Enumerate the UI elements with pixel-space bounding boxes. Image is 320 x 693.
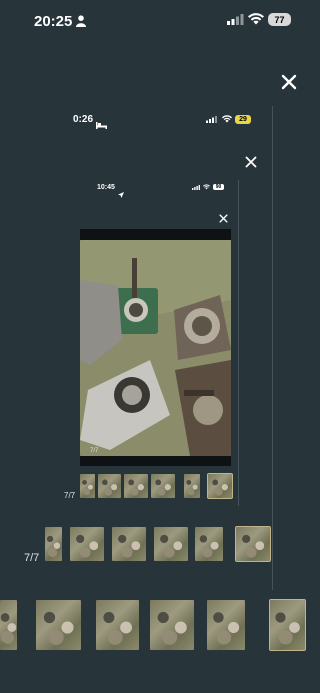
middle-thumbnail-strip [45,526,271,563]
main-photo: 7/7 [80,240,231,456]
close-button[interactable] [242,153,260,171]
status-time: 20:25 [34,13,73,30]
thumbnail-active[interactable] [235,526,271,562]
thumbnail[interactable] [96,600,139,650]
thumbnail[interactable] [207,600,245,650]
thumbnail[interactable] [195,527,223,561]
thumbnail[interactable] [80,474,95,498]
scroll-indicator[interactable] [272,106,273,590]
inner-thumbnail-strip [80,473,233,499]
battery-indicator: 90 [213,184,224,190]
thumbnail-active[interactable] [269,599,306,651]
battery-indicator: 29 [235,115,251,124]
outer-status-bar: 20:25 77 [0,0,320,44]
middle-status-bar: 0:26 29 [60,110,260,130]
thumbnail[interactable] [124,474,148,498]
inner-status-bar: 10:45 90 [88,181,238,198]
thumbnail[interactable] [70,527,104,561]
scroll-indicator[interactable] [238,180,239,506]
signal-icon [206,116,217,123]
thumbnail[interactable] [184,474,200,498]
middle-counter: 7/7 [24,552,40,564]
person-icon [76,14,86,32]
thumbnail[interactable] [151,474,175,498]
image-counter: 7/7 [90,448,99,454]
location-arrow-icon [118,185,124,203]
thumbnail[interactable] [98,474,121,498]
status-time: 10:45 [97,184,115,191]
battery-indicator: 77 [268,13,291,26]
signal-icon [227,14,244,25]
status-time: 0:26 [73,114,94,125]
thumbnail[interactable] [0,600,17,650]
close-button[interactable] [216,211,230,225]
wifi-icon [222,115,232,123]
close-icon [218,213,228,223]
close-icon [245,156,257,168]
inner-counter: 7/7 [64,491,76,500]
thumbnail-active[interactable] [207,473,233,499]
main-photo-frame[interactable]: 7/7 [80,229,231,466]
wifi-icon [248,13,264,25]
thumbnail[interactable] [36,600,81,650]
thumbnail[interactable] [154,527,188,561]
thumbnail[interactable] [112,527,146,561]
bed-icon [96,116,107,134]
thumbnail[interactable] [150,600,194,650]
close-icon [281,74,297,90]
wifi-icon [203,184,210,190]
signal-icon [192,185,200,190]
close-button[interactable] [277,70,301,94]
thumbnail[interactable] [45,527,62,561]
engine-parts-image [80,240,231,456]
outer-thumbnail-strip [0,599,306,651]
